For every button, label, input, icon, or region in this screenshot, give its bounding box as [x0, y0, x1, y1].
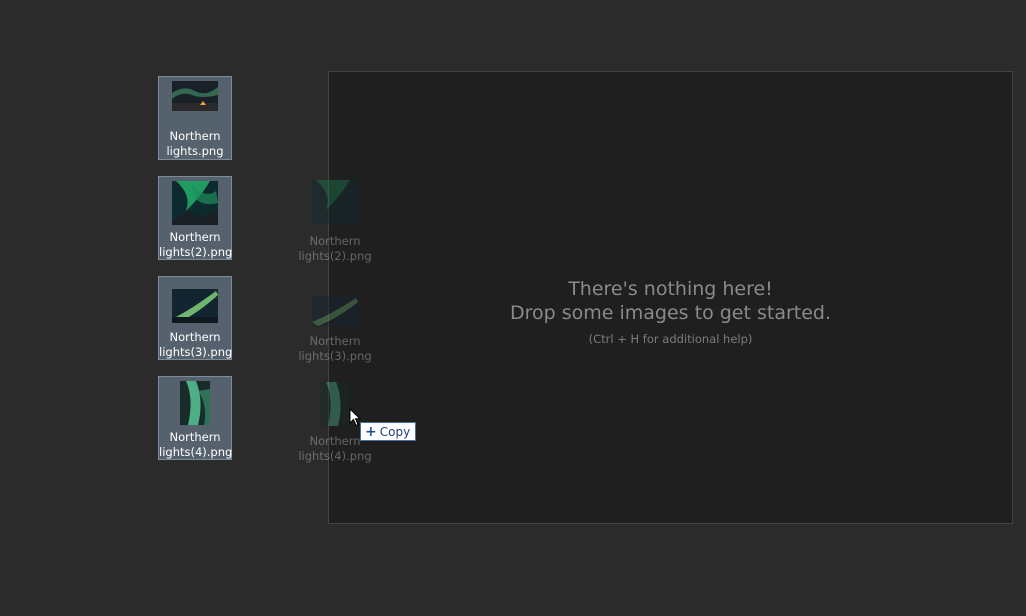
aurora-image-icon [312, 296, 358, 326]
desktop-icon-northern-lights[interactable]: Northern lights.png [158, 76, 232, 160]
empty-state-message: There's nothing here! Drop some images to… [509, 278, 832, 324]
drag-ghost-northern-lights-2: Northern lights(2).png [298, 176, 372, 263]
drag-ghost-northern-lights-3: Northern lights(3).png [298, 276, 372, 363]
desktop-icon-northern-lights-4[interactable]: Northern lights(4).png [158, 376, 232, 460]
aurora-image-icon [172, 181, 218, 225]
drag-ghost-label: Northern lights(3).png [298, 334, 372, 363]
aurora-image-icon [320, 382, 350, 426]
image-drop-zone[interactable]: There's nothing here! Drop some images to… [328, 71, 1013, 524]
desktop-icon-northern-lights-3[interactable]: Northern lights(3).png [158, 276, 232, 360]
drag-ghost-label: Northern lights(2).png [298, 234, 372, 263]
desktop-icon-label: Northern lights(3).png [159, 330, 233, 359]
aurora-image-icon [172, 289, 218, 323]
desktop-icon-label: Northern lights(4).png [159, 430, 233, 459]
aurora-image-icon [180, 381, 210, 425]
drag-copy-tooltip: + Copy [360, 422, 417, 441]
plus-icon: + [365, 423, 377, 440]
desktop-icon-label: Northern lights(2).png [159, 230, 233, 259]
aurora-image-icon [312, 180, 358, 224]
desktop-icon-northern-lights-2[interactable]: Northern lights(2).png [158, 176, 232, 260]
copy-label: Copy [379, 424, 411, 439]
desktop-icon-label: Northern lights.png [166, 129, 224, 158]
aurora-image-icon [172, 81, 218, 111]
help-hint: (Ctrl + H for additional help) [588, 332, 753, 346]
